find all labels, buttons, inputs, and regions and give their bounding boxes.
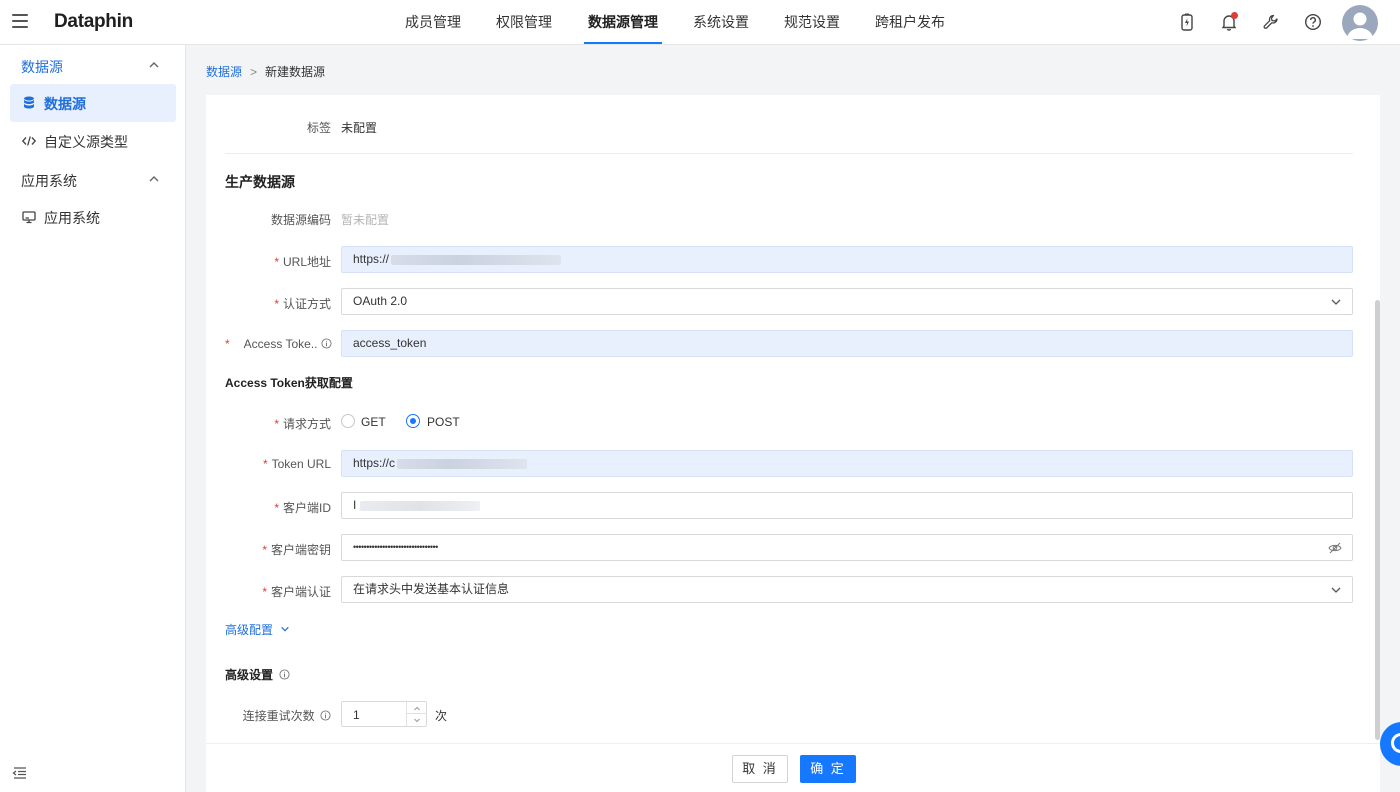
client-secret-label: *客户端密钥 <box>262 541 331 558</box>
url-input[interactable]: https:// <box>341 246 1353 273</box>
retry-count-label: 连接重试次数 <box>243 707 331 724</box>
eye-hidden-icon[interactable] <box>1328 541 1342 555</box>
radio-post[interactable] <box>406 414 420 428</box>
sidebar-item-datasource[interactable]: 数据源 <box>10 84 176 122</box>
top-bar: Dataphin 成员管理 权限管理 数据源管理 系统设置 规范设置 跨租户发布 <box>0 0 1400 45</box>
chevron-down-icon <box>1330 584 1342 596</box>
client-id-label: *客户端ID <box>274 499 331 516</box>
monitor-icon <box>21 209 37 225</box>
radio-get-label[interactable]: GET <box>361 415 386 429</box>
redacted-text <box>360 501 480 511</box>
info-icon[interactable] <box>279 669 290 680</box>
tag-label: 标签 <box>307 119 331 136</box>
sidebar-item-custom-source-type[interactable]: 自定义源类型 <box>10 122 176 160</box>
access-token-config-title: Access Token获取配置 <box>225 374 353 391</box>
client-id-input[interactable]: I <box>341 492 1353 519</box>
help-question-icon[interactable] <box>1303 12 1323 32</box>
breadcrumb: 数据源 > 新建数据源 <box>206 63 325 80</box>
request-method-label: *请求方式 <box>274 415 331 432</box>
redacted-text <box>391 255 561 265</box>
sidebar-group-datasource[interactable]: 数据源 <box>0 46 186 84</box>
token-url-input[interactable]: https://c <box>341 450 1353 477</box>
nav-cross-tenant-publish[interactable]: 跨租户发布 <box>875 0 945 45</box>
database-icon <box>21 95 37 111</box>
increment-button[interactable] <box>407 702 427 714</box>
sidebar-item-label: 数据源 <box>44 94 86 114</box>
breadcrumb-separator: > <box>250 65 257 79</box>
radio-post-label[interactable]: POST <box>427 415 460 429</box>
auth-method-value: OAuth 2.0 <box>353 294 407 308</box>
decrement-button[interactable] <box>407 714 427 726</box>
section-divider <box>225 153 1353 154</box>
nav-datasource-management[interactable]: 数据源管理 <box>588 0 658 45</box>
info-icon[interactable] <box>320 710 331 721</box>
sidebar-item-label: 自定义源类型 <box>44 132 128 152</box>
nav-system-settings[interactable]: 系统设置 <box>693 0 749 45</box>
access-token-value: access_token <box>353 336 426 350</box>
token-url-value: https://c <box>353 456 395 470</box>
chevron-down-icon <box>280 624 290 634</box>
form-footer: 取 消 确 定 <box>206 743 1380 792</box>
sidebar-group-label: 应用系统 <box>21 171 77 191</box>
datasource-code-value: 暂未配置 <box>341 211 389 228</box>
page-scrollbar[interactable] <box>1375 300 1380 740</box>
advanced-config-toggle[interactable]: 高级配置 <box>225 621 290 638</box>
advanced-settings-title: 高级设置 <box>225 666 290 683</box>
breadcrumb-link-datasource[interactable]: 数据源 <box>206 65 242 79</box>
tag-value: 未配置 <box>341 119 377 136</box>
auth-method-select[interactable]: OAuth 2.0 <box>341 288 1353 315</box>
retry-count-unit: 次 <box>435 707 447 724</box>
url-label: *URL地址 <box>274 253 331 270</box>
notification-bell-icon[interactable] <box>1219 12 1239 32</box>
access-token-label: *Access Toke.. <box>225 337 332 351</box>
sidebar-group-application-system[interactable]: 应用系统 <box>0 160 186 198</box>
retry-count-stepper[interactable]: 1 <box>341 701 427 727</box>
url-input-value: https:// <box>353 252 389 266</box>
retry-count-value: 1 <box>353 708 360 722</box>
client-auth-select[interactable]: 在请求头中发送基本认证信息 <box>341 576 1353 603</box>
client-id-value: I <box>353 498 356 512</box>
client-auth-value: 在请求头中发送基本认证信息 <box>353 582 509 596</box>
redacted-text <box>397 459 527 469</box>
wrench-icon[interactable] <box>1261 12 1281 32</box>
access-token-input[interactable]: access_token <box>341 330 1353 357</box>
sidebar-item-application-system[interactable]: 应用系统 <box>10 198 176 236</box>
sidebar-item-label: 应用系统 <box>44 208 100 228</box>
stepper-buttons <box>406 702 426 726</box>
breadcrumb-current: 新建数据源 <box>265 65 325 79</box>
code-icon <box>21 133 37 149</box>
token-url-label: *Token URL <box>263 457 331 471</box>
cancel-button[interactable]: 取 消 <box>732 755 788 783</box>
notification-dot <box>1231 12 1238 19</box>
chevron-up-icon[interactable] <box>148 59 160 71</box>
sidebar: 数据源 数据源 自定义源类型 应用系统 应用系统 <box>0 45 186 792</box>
production-datasource-title: 生产数据源 <box>225 172 295 192</box>
confirm-button[interactable]: 确 定 <box>800 755 856 783</box>
chevron-down-icon <box>1330 296 1342 308</box>
collapse-sidebar-icon[interactable] <box>12 765 28 781</box>
nav-permission-management[interactable]: 权限管理 <box>496 0 552 45</box>
nav-member-management[interactable]: 成员管理 <box>405 0 461 45</box>
client-secret-input[interactable]: •••••••••••••••••••••••••••••••• <box>341 534 1353 561</box>
battery-bolt-icon[interactable] <box>1177 12 1197 32</box>
datasource-code-label: 数据源编码 <box>271 211 331 228</box>
auth-method-label: *认证方式 <box>274 295 331 312</box>
chevron-up-icon[interactable] <box>148 173 160 185</box>
client-auth-label: *客户端认证 <box>262 583 331 600</box>
datasource-form-panel: 标签 未配置 生产数据源 数据源编码 暂未配置 *URL地址 https:// … <box>206 95 1380 743</box>
info-icon[interactable] <box>321 338 332 349</box>
sidebar-group-label: 数据源 <box>21 57 63 77</box>
floating-help-icon[interactable] <box>1380 722 1400 766</box>
user-avatar[interactable] <box>1342 5 1378 41</box>
radio-get[interactable] <box>341 414 355 428</box>
nav-standard-settings[interactable]: 规范设置 <box>784 0 840 45</box>
client-secret-value: •••••••••••••••••••••••••••••••• <box>353 542 438 552</box>
